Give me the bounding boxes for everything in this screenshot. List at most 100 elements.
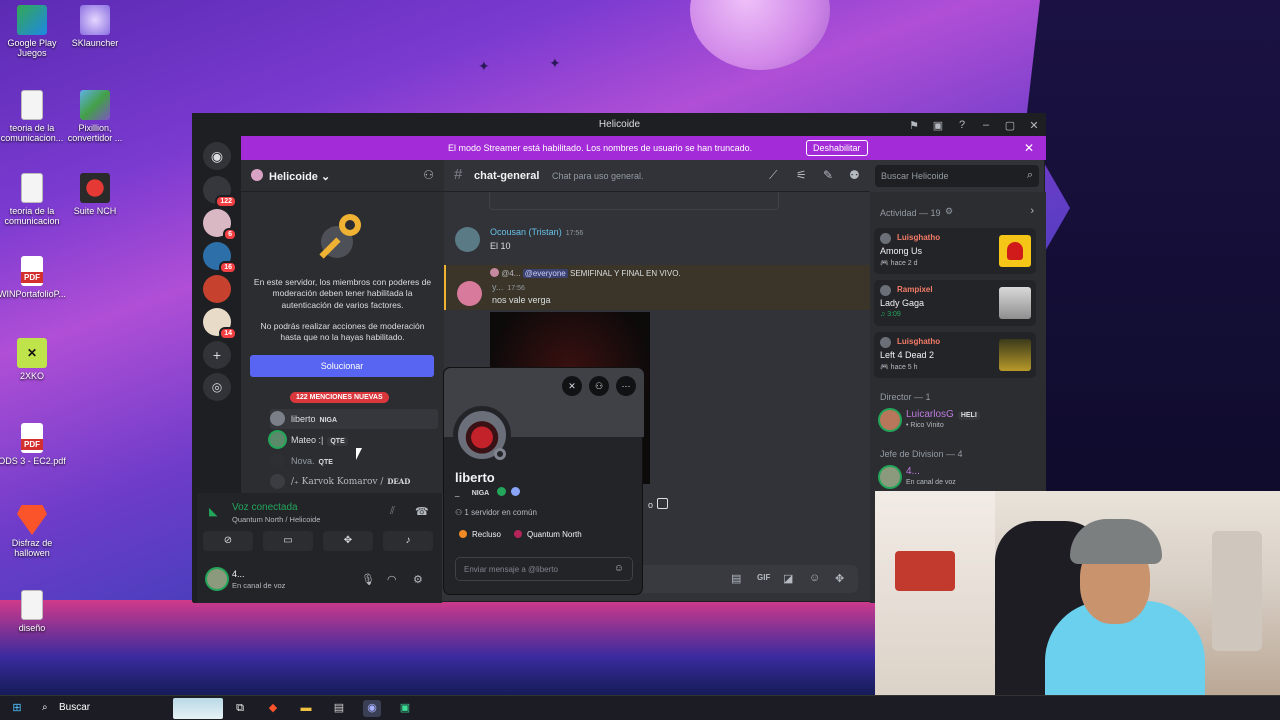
member-status: En canal de voz <box>906 479 956 486</box>
desktop-icon-disfraz[interactable]: Disfraz de hallowen <box>0 505 67 559</box>
mutual-servers[interactable]: ⚇ 1 servidor en común <box>455 508 537 517</box>
direct-message-input[interactable]: Enviar mensaje a @liberto ☺ <box>455 557 633 581</box>
role-chip: Recluso <box>459 530 501 539</box>
server-header[interactable]: Helicoide ⌄ ⚇ <box>241 160 444 192</box>
chat-message[interactable]: Ocousan (Tristan) 17:56 El 10 <box>444 222 870 262</box>
server-icon-2[interactable]: 16 <box>203 242 237 274</box>
discover-icon[interactable]: ◎ <box>203 373 231 401</box>
brave-icon <box>17 505 47 535</box>
desktop-icon-winportafolio[interactable]: WINPortafolioP... <box>0 256 67 299</box>
desktop-icon-ods3[interactable]: ODS 3 - EC2.pdf <box>0 423 67 466</box>
voice-user[interactable]: Nova. QTE <box>270 451 438 471</box>
mention-everyone[interactable]: @everyone <box>522 269 568 278</box>
desktop-icon-diseno[interactable]: diseño <box>0 590 67 633</box>
add-friend-icon[interactable]: ⚇ <box>589 376 609 396</box>
noise-suppression-icon[interactable]: ⫽ <box>390 505 395 518</box>
minimize-button[interactable]: – <box>974 119 998 131</box>
close-banner-icon[interactable]: ✕ <box>1024 141 1034 155</box>
member-item[interactable]: 4... En canal de voz <box>874 463 1036 491</box>
taskbar-search[interactable]: Buscar <box>59 702 90 713</box>
sticker-icon[interactable]: ◪ <box>783 572 793 585</box>
voice-user[interactable]: /₊ Karvok Komarov /DEAD <box>270 472 438 492</box>
member-name: LuicarlosG HELI <box>906 409 980 420</box>
disable-streamer-button[interactable]: Deshabilitar <box>806 140 868 156</box>
new-mentions-badge[interactable]: 122 MENCIONES NUEVAS <box>290 392 389 403</box>
file-explorer-icon[interactable]: ▬ <box>297 700 315 717</box>
camera-off-button[interactable]: ⊘ <box>203 531 253 551</box>
desktop-icon-sklauncher[interactable]: SKlauncher <box>60 5 130 48</box>
headphones-icon[interactable]: ◠ <box>387 573 397 586</box>
role-chip: Quantum North <box>514 530 582 539</box>
emoji-icon[interactable]: ☺ <box>809 572 820 584</box>
desktop-icon-2xko[interactable]: ✕ 2XKO <box>0 338 67 381</box>
voice-user[interactable]: Mateo :| QTE <box>270 430 438 450</box>
fix-mfa-button[interactable]: Solucionar <box>250 355 434 377</box>
member-list-icon[interactable]: ⚉ <box>849 168 860 182</box>
threads-icon[interactable]: ⟋ <box>769 168 777 183</box>
message-author: Ocousan (Tristan) 17:56 <box>490 227 584 237</box>
badge-icon <box>497 487 507 496</box>
moderation-icon[interactable]: ✕ <box>562 376 582 396</box>
discord-taskbar-icon[interactable]: ◉ <box>363 700 381 717</box>
desktop-icon-teoria-1[interactable]: teoria de la comunicacion... <box>0 90 67 144</box>
search-icon: ⌕ <box>1026 169 1033 181</box>
search-icon[interactable]: ⌕ <box>42 702 48 713</box>
avatar[interactable] <box>207 569 227 589</box>
soundboard-button[interactable]: ♪ <box>383 531 433 551</box>
app-icon[interactable]: ▣ <box>396 700 414 717</box>
desktop-icon-suite-nch[interactable]: Suite NCH <box>60 173 130 216</box>
add-server-icon[interactable]: + <box>203 341 231 369</box>
search-input[interactable]: Buscar Helicoide <box>881 171 949 181</box>
server-icon-dms[interactable]: 122 <box>203 176 237 208</box>
avatar[interactable] <box>455 227 480 252</box>
2xko-icon: ✕ <box>17 338 47 368</box>
notification-mute-icon[interactable]: ⚟ <box>796 168 807 182</box>
desktop-icon-pixillion[interactable]: Pixillion, convertidor ... <box>60 90 130 144</box>
inbox-icon[interactable]: ⚑ <box>902 119 926 132</box>
desktop-icon-teoria-2[interactable]: teoria de la comunicacion <box>0 173 67 227</box>
close-window-button[interactable]: ✕ <box>1022 119 1046 132</box>
maximize-button[interactable]: ▢ <box>998 119 1022 132</box>
voice-connected-label[interactable]: Voz conectada <box>232 502 298 513</box>
disconnect-icon[interactable]: ☎ <box>415 505 429 518</box>
desktop-icon-google-play[interactable]: Google Play Juegos <box>0 5 67 59</box>
apps-icon[interactable]: ✥ <box>835 572 844 585</box>
microphone-icon[interactable]: 🎙 <box>361 573 375 586</box>
share-screen-button[interactable]: ▭ <box>263 531 313 551</box>
wallpaper-bird: ✦ <box>549 55 561 71</box>
image-icon <box>657 498 668 509</box>
voice-user[interactable]: liberto NIGA <box>270 409 438 429</box>
brave-browser-icon[interactable]: ◆ <box>264 700 282 717</box>
avatar[interactable] <box>457 281 482 306</box>
member-item[interactable]: LuicarlosG HELI • Rico Vinito <box>874 406 1036 434</box>
gear-icon[interactable]: ⚙ <box>945 206 953 217</box>
activities-button[interactable]: ✥ <box>323 531 373 551</box>
chevron-right-icon[interactable]: › <box>1030 205 1034 217</box>
message-input-bar[interactable]: ▤ GIF ◪ ☺ ✥ <box>622 565 858 593</box>
chat-message-mention[interactable]: @4... @everyone SEMIFINAL Y FINAL EN VIV… <box>444 265 870 310</box>
gift-icon[interactable]: ▤ <box>731 572 741 585</box>
activity-card[interactable]: Luisghatho Among Us 🎮 hace 2 d <box>874 228 1036 274</box>
emoji-icon[interactable]: ☺ <box>614 563 624 574</box>
activity-card[interactable]: Luisghatho Left 4 Dead 2 🎮 hace 5 h <box>874 332 1036 378</box>
task-view-icon[interactable]: ⧉ <box>231 700 249 717</box>
search-box[interactable]: Buscar Helicoide ⌕ <box>875 165 1039 187</box>
add-member-icon[interactable]: ⚇ <box>423 168 434 182</box>
screen-share-icon[interactable]: ▣ <box>926 119 950 132</box>
signal-icon: ◣ <box>209 506 218 518</box>
server-icon-4[interactable]: 14 <box>203 308 237 340</box>
pixillion-icon <box>80 90 110 120</box>
left4dead-art <box>999 339 1031 371</box>
server-icon-1[interactable]: 6 <box>203 209 237 241</box>
gif-icon[interactable]: GIF <box>757 573 770 582</box>
settings-gear-icon[interactable]: ⚙ <box>413 573 423 586</box>
pin-icon[interactable]: ✎ <box>823 168 833 182</box>
more-options-icon[interactable]: ⋯ <box>616 376 636 396</box>
activity-card[interactable]: Rampixel Lady Gaga ♫ 3:09 <box>874 280 1036 326</box>
help-icon[interactable]: ? <box>950 119 974 131</box>
server-icon-3[interactable] <box>203 275 231 303</box>
windows-start-icon[interactable]: ⊞ <box>8 700 26 717</box>
search-highlight-image[interactable] <box>173 698 223 719</box>
discord-home-icon[interactable]: ◉ <box>203 142 231 170</box>
app-icon[interactable]: ▤ <box>330 700 348 717</box>
